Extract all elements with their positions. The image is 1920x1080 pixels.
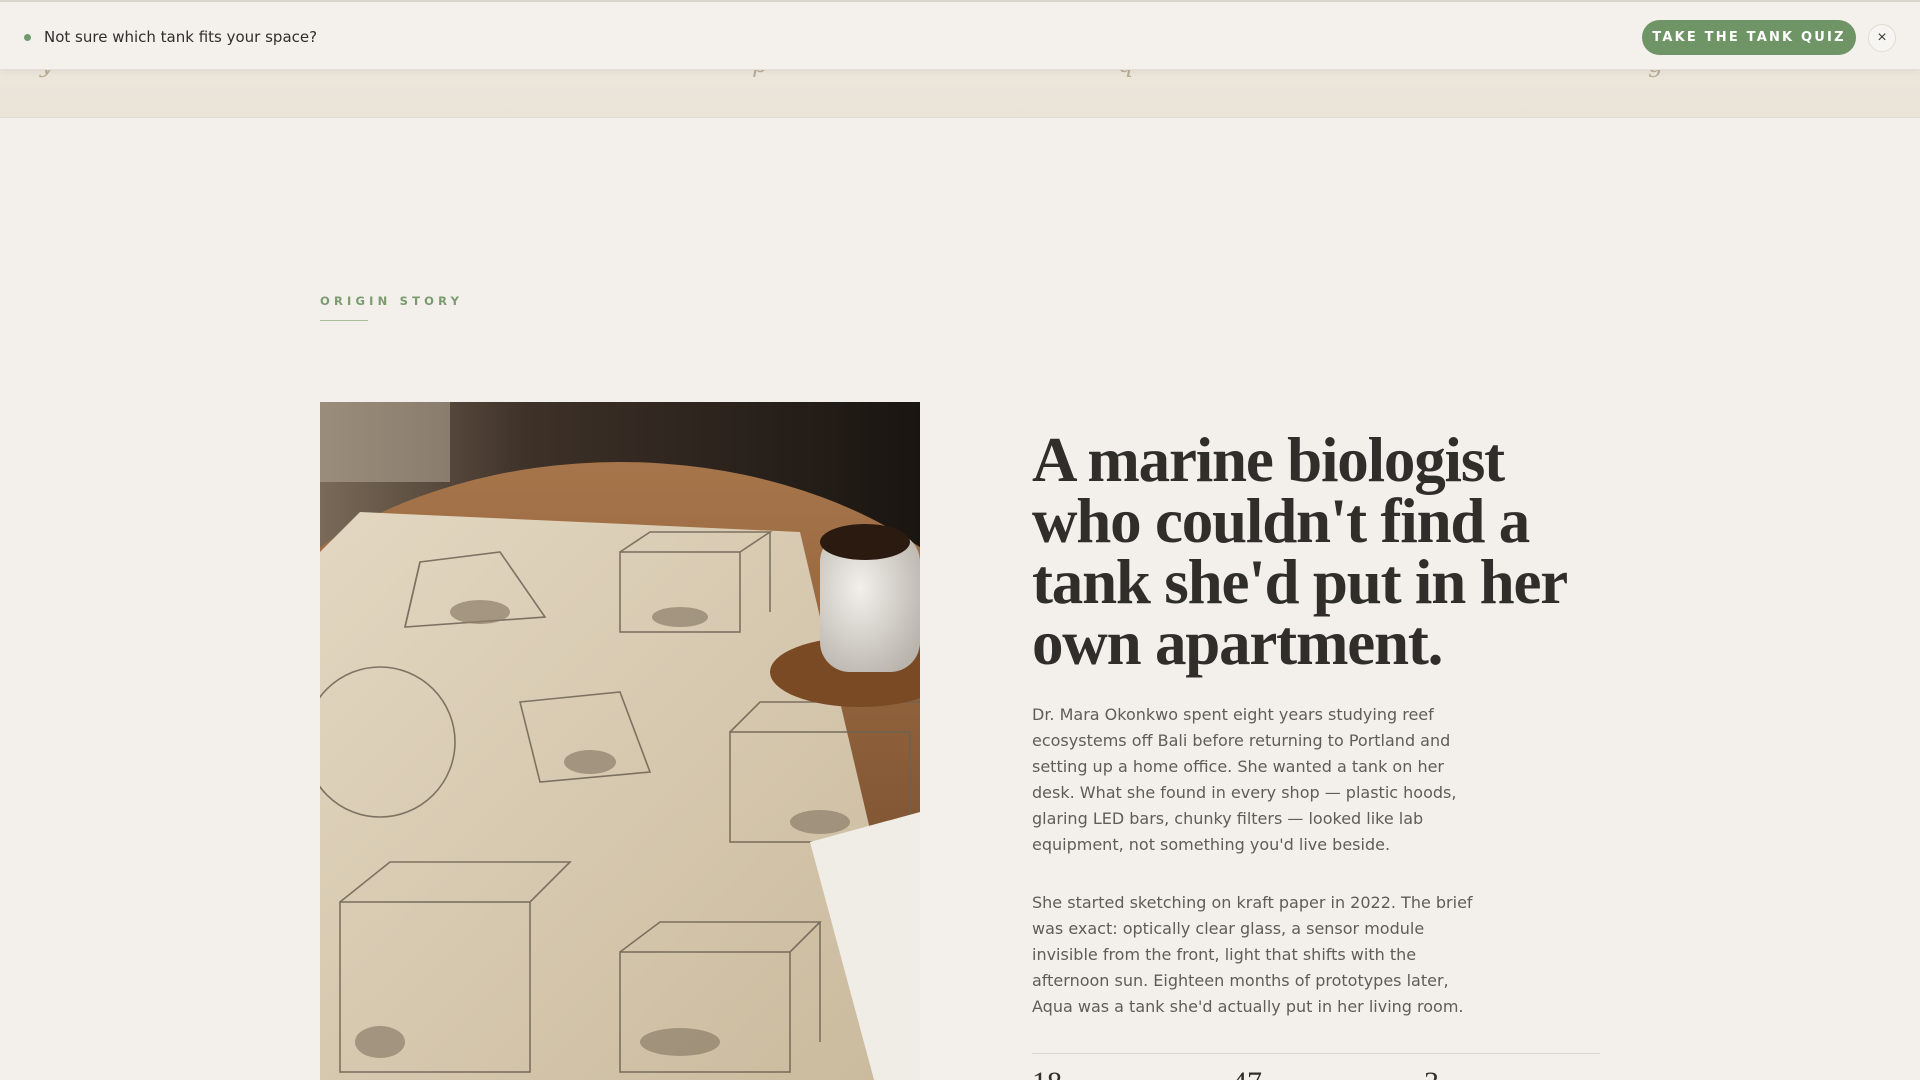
sketch-illustration [320, 402, 920, 1080]
story-paragraph: She started sketching on kraft paper in … [1032, 893, 1473, 1016]
announcement-bar: Not sure which tank fits your space? TAK… [0, 0, 1920, 70]
stat-value: 3 [1424, 1066, 1439, 1080]
section-eyebrow: ORIGIN STORY [320, 294, 464, 308]
stats-divider [1032, 1053, 1600, 1054]
announcement-message: Not sure which tank fits your space? [44, 28, 318, 46]
close-icon[interactable]: × [1868, 24, 1896, 52]
origin-story-image [320, 402, 920, 1080]
take-tank-quiz-button[interactable]: TAKE THE TANK QUIZ [1642, 20, 1856, 55]
page: y p q g Not sure which tank fits your sp… [0, 0, 1920, 1080]
section-headline: A marine biologist who couldn't find a t… [1032, 425, 1567, 678]
status-dot-icon [24, 34, 31, 41]
stat-value: 47 [1232, 1066, 1262, 1080]
eyebrow-divider [320, 320, 368, 321]
stat-value: 18 [1032, 1066, 1062, 1080]
story-paragraph: Dr. Mara Okonkwo spent eight years study… [1032, 705, 1457, 854]
